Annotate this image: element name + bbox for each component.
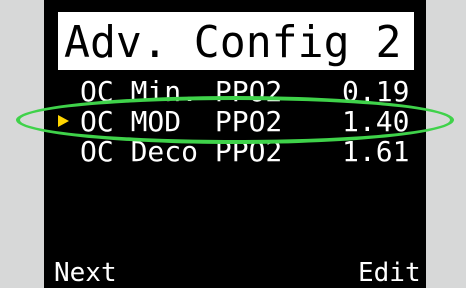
title-bar: Adv. Config 2 — [58, 12, 414, 70]
edit-softkey[interactable]: Edit — [358, 258, 421, 288]
next-softkey[interactable]: Next — [54, 258, 117, 288]
page-title: Adv. Config 2 — [64, 17, 402, 68]
highlight-ring — [16, 96, 454, 144]
